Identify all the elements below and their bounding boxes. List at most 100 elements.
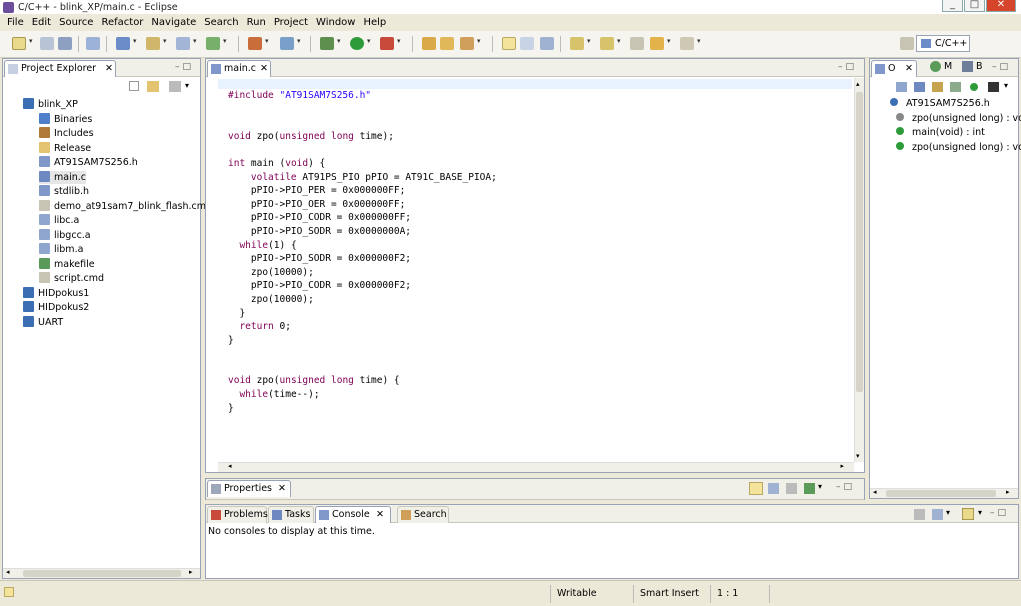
horizontal-scrollbar[interactable]: ◂ ▸ [3,568,200,578]
target-icon[interactable] [280,37,294,50]
menu-project[interactable]: Project [270,17,312,28]
save-icon[interactable] [40,37,54,50]
editor-vertical-scrollbar[interactable]: ▴ ▾ [854,78,864,462]
new-file-icon[interactable] [176,37,190,50]
tab-search[interactable]: Search [397,506,449,523]
hide-static-icon[interactable] [932,82,943,92]
tab-problems[interactable]: Problems [207,506,268,523]
menu-edit[interactable]: Edit [28,17,55,28]
tab-outline[interactable]: O ✕ [871,60,917,77]
code-editor-text[interactable]: #include "AT91SAM7S256.h" void zpo(unsign… [228,89,497,415]
properties-menu-dropdown-icon[interactable]: ▾ [818,482,822,491]
prev-annotation-icon[interactable] [600,37,614,50]
hide-fields-icon[interactable] [914,82,925,92]
tree-item[interactable]: blink_XP [23,98,78,111]
new-class-icon[interactable] [206,37,220,50]
show-advanced-icon[interactable] [768,483,779,494]
menu-source[interactable]: Source [55,17,97,28]
pin-icon[interactable] [804,483,815,494]
outline-view-menu-dropdown-icon[interactable]: ▾ [1004,81,1008,90]
view-menu-icon[interactable] [169,81,181,92]
display-console-dropdown-icon[interactable]: ▾ [946,508,950,517]
show-categories-icon[interactable] [749,482,763,495]
build-icon[interactable] [86,37,100,50]
tree-item[interactable]: Binaries [39,112,92,126]
sort-icon[interactable] [896,82,907,92]
build-targets-icon[interactable] [962,61,973,72]
outline-item[interactable]: main(void) : int [896,126,985,140]
search-toolbar-icon[interactable] [460,37,474,50]
make-targets-icon[interactable] [930,61,941,72]
outline-item[interactable]: zpo(unsigned long) : void [896,112,1021,126]
minimize-maximize-icon[interactable]: –□ [175,62,194,72]
external-tools-icon[interactable] [380,37,394,50]
last-edit-icon[interactable] [630,37,644,50]
print-icon[interactable] [58,37,72,50]
tree-item[interactable]: main.c [39,170,86,184]
tab-project-explorer[interactable]: Project Explorer ✕ [4,60,116,77]
tab-properties[interactable]: Properties ✕ [207,480,291,497]
debug-icon[interactable] [320,37,334,50]
open-perspective-icon[interactable] [900,37,914,50]
restore-default-icon[interactable] [786,483,797,494]
pin-console-icon[interactable] [914,509,925,520]
tree-item[interactable]: libc.a [39,214,79,227]
tree-item[interactable]: stdlib.h [39,185,89,198]
tree-item[interactable]: makefile [39,257,95,271]
display-console-icon[interactable] [932,509,943,520]
toggle-mark-icon[interactable] [502,37,516,50]
back-icon[interactable] [650,37,664,50]
tree-item[interactable]: Release [39,141,91,155]
tree-item[interactable]: libm.a [39,243,83,256]
fast-view-icon[interactable] [4,587,14,597]
open-console-dropdown-icon[interactable]: ▾ [978,508,982,517]
outline-minimize-maximize-icon[interactable]: –□ [992,62,1011,72]
editor-minimize-maximize-icon[interactable]: –□ [838,62,857,72]
outline-view-menu-icon[interactable] [988,82,999,92]
new-dropdown-icon[interactable]: ▾ [29,37,33,45]
forward-icon[interactable] [680,37,694,50]
tab-console[interactable]: Console ✕ [315,506,391,523]
tree-item[interactable]: UART [23,315,63,329]
tree-item[interactable]: demo_at91sam7_blink_flash.cmd [39,199,212,213]
editor-horizontal-scrollbar[interactable]: ◂ ▸ [218,462,854,472]
maximize-button[interactable]: □ [964,0,985,12]
outline-item[interactable]: AT91SAM7S256.h [890,97,990,111]
menu-window[interactable]: Window [312,17,359,28]
new-project-icon[interactable] [116,37,130,50]
close-editor-tab-icon[interactable]: ✕ [260,61,268,76]
close-tab-icon[interactable]: ✕ [105,61,113,76]
open-element-icon[interactable] [440,37,454,50]
tree-item[interactable]: Includes [39,127,94,140]
menu-navigate[interactable]: Navigate [147,17,200,28]
tools-icon[interactable] [248,37,262,50]
menu-help[interactable]: Help [359,17,390,28]
run-icon[interactable] [350,37,364,50]
close-button[interactable]: ✕ [986,0,1016,12]
properties-minimize-maximize-icon[interactable]: –□ [836,482,855,492]
menu-search[interactable]: Search [200,17,242,28]
close-properties-tab-icon[interactable]: ✕ [278,481,286,496]
hide-nonpublic-icon[interactable] [950,82,961,92]
perspective-cpp-button[interactable]: C/C++ [916,35,970,52]
console-minimize-maximize-icon[interactable]: –□ [990,508,1009,518]
minimize-button[interactable]: _ [942,0,963,12]
open-type-icon[interactable] [422,37,436,50]
menu-file[interactable]: File [3,17,28,28]
tree-item[interactable]: HIDpokus2 [23,301,89,314]
next-annotation-icon[interactable] [570,37,584,50]
view-menu-dropdown-icon[interactable]: ▾ [185,81,189,90]
group-members-icon[interactable] [970,83,978,91]
show-whitespace-icon[interactable] [520,37,534,50]
menu-refactor[interactable]: Refactor [97,17,147,28]
tab-main-c[interactable]: main.c ✕ [207,60,271,77]
close-console-tab-icon[interactable]: ✕ [376,507,384,522]
menu-run[interactable]: Run [243,17,270,28]
link-editor-icon[interactable] [147,81,159,92]
tree-item[interactable]: AT91SAM7S256.h [39,156,138,169]
tree-item[interactable]: libgcc.a [39,228,91,242]
new-icon[interactable] [12,37,26,50]
new-folder-icon[interactable] [146,37,160,50]
outline-item[interactable]: zpo(unsigned long) : void [896,141,1021,155]
collapse-all-icon[interactable] [129,81,139,91]
